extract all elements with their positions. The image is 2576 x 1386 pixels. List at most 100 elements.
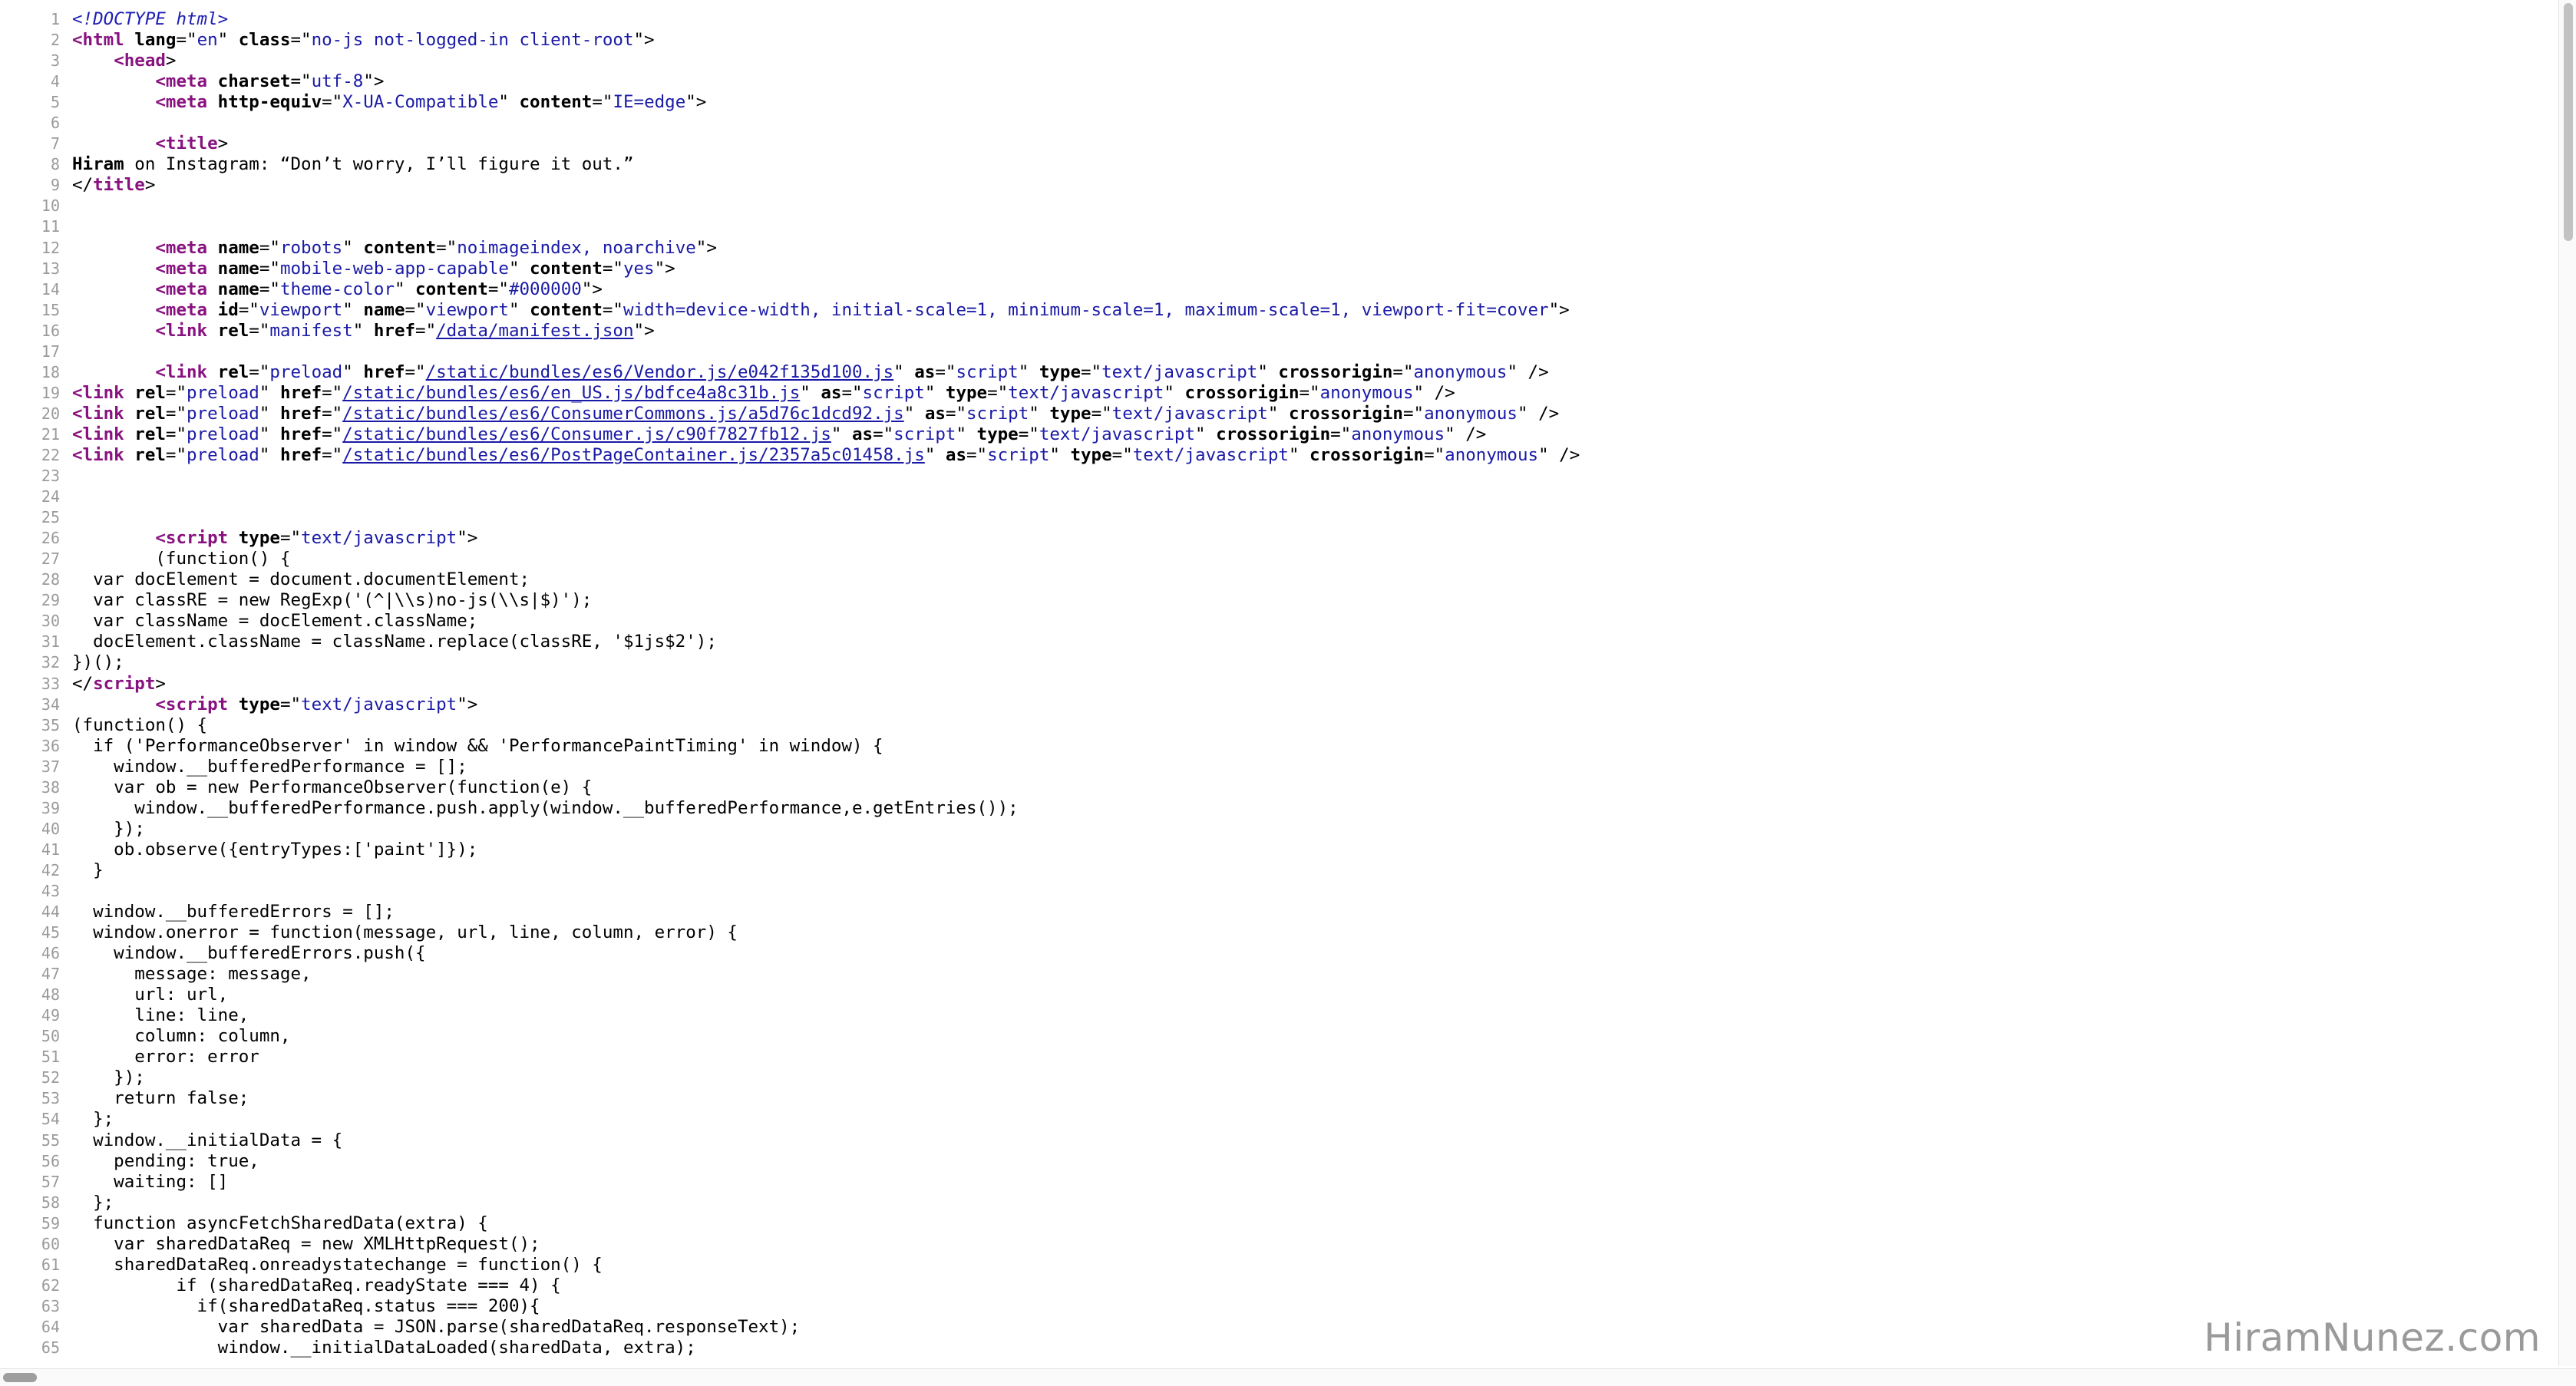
- source-token: ": [259, 424, 280, 444]
- source-line: 13 <meta name="mobile-web-app-capable" c…: [0, 259, 1580, 279]
- line-number: 56: [41, 1151, 60, 1170]
- line-number: 41: [41, 840, 60, 859]
- source-token: line: line,: [72, 1005, 249, 1026]
- source-link[interactable]: /static/bundles/es6/en_US.js/bdfce4a8c31…: [342, 383, 800, 403]
- source-line: 55 window.__initialData = {: [0, 1130, 1580, 1151]
- source-line: 64 var sharedData = JSON.parse(sharedDat…: [0, 1317, 1580, 1338]
- source-line: 50 column: column,: [0, 1026, 1580, 1047]
- source-link[interactable]: /static/bundles/es6/Consumer.js/c90f7827…: [342, 424, 831, 444]
- source-line: 23: [0, 466, 1580, 487]
- source-token: <link: [155, 361, 208, 382]
- source-token: if (sharedDataReq.readyState === 4) {: [72, 1275, 561, 1295]
- source-token: };: [72, 1109, 114, 1130]
- source-token: ": [1257, 361, 1279, 382]
- view-source-viewer: 1 <!DOCTYPE html> 2 <html lang="en" class="…: [0, 0, 2576, 1386]
- source-link[interactable]: /data/manifest.json: [436, 321, 633, 341]
- source-token: =": [1111, 444, 1133, 465]
- source-token: =": [290, 71, 312, 92]
- source-token: script: [956, 361, 1019, 382]
- source-token: pending: true,: [72, 1150, 259, 1171]
- source-link[interactable]: /static/bundles/es6/ConsumerCommons.js/a…: [342, 404, 904, 424]
- source-token: type: [1070, 444, 1112, 465]
- source-token: [72, 238, 155, 258]
- source-token: ": [893, 361, 915, 382]
- source-token: ": [259, 403, 280, 424]
- source-token: var sharedDataReq = new XMLHttpRequest()…: [72, 1233, 540, 1254]
- horizontal-scrollbar[interactable]: [0, 1368, 2576, 1386]
- source-token: ": [956, 424, 977, 444]
- source-token: =": [987, 382, 1009, 403]
- line-number: 14: [41, 279, 60, 299]
- source-token: viewport: [425, 299, 509, 320]
- source-token: yes: [623, 258, 655, 279]
- line-number: 16: [41, 321, 60, 340]
- source-line: 38 var ob = new PerformanceObserver(func…: [0, 777, 1580, 798]
- source-token: [207, 321, 218, 341]
- line-number: 47: [41, 965, 60, 984]
- source-line: 16 <link rel="manifest" href="/data/mani…: [0, 321, 1580, 342]
- line-number: 3: [50, 51, 60, 71]
- source-line: 45 window.onerror = function(message, ur…: [0, 922, 1580, 943]
- source-token: <script: [155, 528, 229, 549]
- line-number: 9: [50, 176, 60, 195]
- source-token: [124, 404, 135, 424]
- source-link[interactable]: /static/bundles/es6/Vendor.js/e042f135d1…: [426, 362, 894, 382]
- source-token: ": [1049, 444, 1071, 465]
- source-token: </: [72, 673, 94, 694]
- source-token: window.__initialData = {: [72, 1130, 343, 1150]
- source-line: 7 <title>: [0, 134, 1580, 154]
- source-link[interactable]: /static/bundles/es6/PostPageContainer.js…: [342, 445, 925, 465]
- source-line: 8 Hiram on Instagram: “Don’t worry, I’ll …: [0, 154, 1580, 175]
- source-token: =": [935, 361, 956, 382]
- vertical-scrollbar-thumb[interactable]: [2564, 3, 2573, 241]
- source-token: Hiram: [72, 154, 124, 175]
- source-token: text/javascript: [301, 528, 457, 549]
- source-token: anonymous: [1413, 361, 1508, 382]
- source-token: ">: [695, 237, 717, 258]
- source-token: " />: [1445, 424, 1487, 444]
- source-token: return false;: [72, 1088, 249, 1109]
- source-token: ": [342, 237, 364, 258]
- source-token: theme-color: [279, 279, 395, 299]
- line-number: 17: [41, 342, 60, 361]
- source-line: 26 <script type="text/javascript">: [0, 528, 1580, 549]
- line-number: 21: [41, 424, 60, 444]
- source-line: 19 <link rel="preload" href="/static/bund…: [0, 383, 1580, 404]
- source-line: 10: [0, 196, 1580, 216]
- source-token: =": [279, 528, 302, 549]
- source-token: viewport: [259, 299, 343, 320]
- line-number: 50: [41, 1027, 60, 1046]
- source-token: [228, 695, 239, 714]
- source-token: as: [821, 382, 842, 403]
- source-token: =": [873, 424, 894, 444]
- line-number: 6: [50, 114, 60, 133]
- source-token: <html: [72, 30, 124, 51]
- source-token: en: [197, 30, 218, 51]
- source-token: [124, 445, 135, 465]
- source-token: window.__bufferedErrors.push({: [72, 943, 426, 964]
- source-line: 44 window.__bufferedErrors = [];: [0, 902, 1580, 922]
- line-number: 31: [41, 632, 60, 652]
- source-line: 60 var sharedDataReq = new XMLHttpReques…: [0, 1234, 1580, 1255]
- source-token: =": [945, 403, 966, 424]
- vertical-scrollbar[interactable]: [2558, 0, 2576, 1366]
- source-token: window.__bufferedPerformance.push.apply(…: [72, 797, 1019, 818]
- source-token: ">: [581, 279, 603, 299]
- line-number: 32: [41, 653, 60, 672]
- source-token: ": [800, 382, 821, 403]
- source-token: href: [279, 424, 322, 444]
- source-token: =": [487, 279, 509, 299]
- source-token: ">: [633, 30, 655, 51]
- line-number: 36: [41, 736, 60, 755]
- source-token: content: [363, 237, 437, 258]
- line-number: 5: [50, 93, 60, 112]
- source-line: 51 error: error: [0, 1047, 1580, 1068]
- source-token: }: [72, 860, 104, 880]
- source-line: 12 <meta name="robots" content="noimagei…: [0, 238, 1580, 259]
- source-token: <meta: [155, 299, 208, 320]
- source-token: =": [1018, 424, 1039, 444]
- horizontal-scrollbar-thumb[interactable]: [3, 1373, 37, 1382]
- source-token: var className = docElement.className;: [72, 611, 478, 632]
- source-token: name: [217, 258, 259, 279]
- source-token: ": [1164, 382, 1185, 403]
